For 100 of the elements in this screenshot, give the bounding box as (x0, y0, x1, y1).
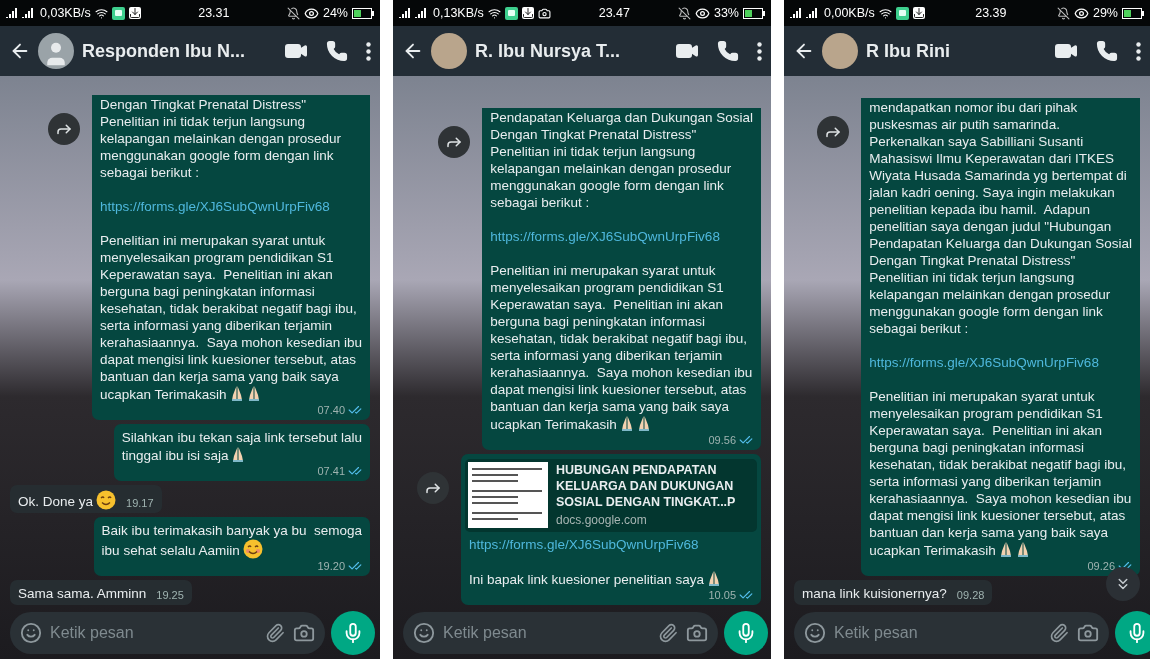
app-notification-icon (504, 6, 518, 20)
forward-button[interactable] (417, 472, 449, 504)
message-input[interactable]: Ketik pesan (443, 624, 650, 642)
blushing-face-icon (242, 539, 263, 559)
paperclip-icon[interactable] (1049, 623, 1069, 643)
praying-hands-icon (998, 541, 1013, 557)
message-text: Silahkan ibu tekan saja link tersebut lalu tinggal ibu isi saja (121, 429, 362, 464)
message-time: 19.25 (156, 589, 184, 602)
microphone-button[interactable] (331, 611, 375, 655)
download-notification-icon (521, 7, 534, 19)
praying-hands-icon (636, 415, 651, 431)
message-time: 07.40 (317, 403, 345, 417)
network-speed: 0,03KB/s (40, 6, 91, 20)
message-time: 09.28 (956, 589, 985, 602)
wifi-icon (878, 6, 892, 20)
praying-hands-icon (619, 415, 634, 431)
signal-icon (399, 7, 429, 19)
message-text: Sama sama. Amminn (18, 585, 147, 602)
message-text: Ini bapak link kuesioner penelitian saya (469, 570, 753, 588)
message-time: 09.56 (708, 433, 736, 447)
message-text: Penelitian ini merupakan syarat untuk menyelesaikan program pendidikan S1 Keperawatan saya. Penelitian ini akan berguna bagi peningkatan informasi kesehatan, tidak berakibat negatif bagi ibu, serta informasi yang diberikan terjamin kerahasiaannya. Saya mohon kesedian ibu dapat mengisi link kuesioner tersebut, atas bantuan dan kerja sama yang baik saya ucapkan Terimakasih (490, 262, 753, 433)
battery-percent: 33% (713, 6, 739, 20)
camera-icon[interactable] (293, 622, 315, 644)
menu-icon (366, 41, 371, 61)
smiling-face-icon (96, 490, 117, 510)
muted-bell-icon (1056, 6, 1070, 20)
network-speed: 0,13KB/s (433, 6, 484, 20)
phone-icon (717, 40, 739, 62)
network-speed: 0,00KB/s (824, 6, 875, 20)
message-time: 19.17 (126, 497, 154, 510)
message-text: Baik ibu terimakasih banyak ya bu semoga ibu sehat selalu Aamiin (101, 522, 362, 559)
avatar-photo[interactable] (431, 33, 467, 69)
clock-time: 23.39 (975, 6, 1007, 20)
praying-hands-icon (231, 446, 246, 462)
message-text: Dengan Tingkat Prenatal Distress" Penelitian ini tidak terjun langsung kelapangan melainkan dengan prosedur menggunakan google form dengan link sebagai berikut : (100, 96, 342, 181)
camera-icon[interactable] (686, 622, 708, 644)
message-input[interactable]: Ketik pesan (834, 624, 1041, 642)
menu-icon (757, 41, 762, 61)
signal-icon (6, 7, 36, 19)
eye-icon (1073, 5, 1089, 21)
battery-icon (352, 7, 374, 19)
praying-hands-icon (706, 570, 721, 586)
message-time: 09.26 (1087, 559, 1115, 573)
emoji-icon[interactable] (804, 622, 826, 644)
forward-button[interactable] (817, 116, 850, 148)
message-input[interactable]: Ketik pesan (50, 624, 257, 642)
praying-hands-icon (246, 385, 261, 401)
paperclip-icon[interactable] (265, 623, 285, 643)
message-time: 07.41 (317, 464, 345, 478)
praying-hands-icon (229, 385, 244, 401)
forward-button[interactable] (48, 113, 81, 145)
eye-icon (303, 5, 319, 21)
camera-icon[interactable] (1077, 622, 1099, 644)
clock-time: 23.31 (198, 6, 230, 20)
microphone-button[interactable] (1115, 611, 1150, 655)
message-time: 19.20 (317, 559, 345, 573)
eye-icon (694, 5, 710, 21)
forward-button[interactable] (438, 126, 471, 158)
emoji-icon[interactable] (20, 622, 42, 644)
muted-bell-icon (677, 6, 691, 20)
muted-bell-icon (286, 6, 300, 20)
battery-percent: 29% (1092, 6, 1118, 20)
app-notification-icon (895, 6, 909, 20)
avatar-photo[interactable] (822, 33, 858, 69)
phone-icon (1096, 40, 1118, 62)
form-link[interactable]: https://forms.gle/XJ6SubQwnUrpFiv68 (469, 536, 753, 553)
message-text: mana link kuisionernya? (802, 585, 947, 602)
wifi-icon (487, 6, 501, 20)
menu-icon (1136, 41, 1141, 61)
link-preview[interactable]: HUBUNGAN PENDAPATAN KELUARGA DAN DUKUNGAN SOSIAL DENGAN TINGKAT...P docs.google.com (465, 459, 757, 532)
app-notification-icon (111, 6, 125, 20)
clock-time: 23.47 (598, 6, 630, 20)
download-notification-icon (912, 7, 925, 19)
avatar-silhouette[interactable] (38, 33, 74, 69)
battery-percent: 24% (322, 6, 348, 20)
preview-domain: docs.google.com (556, 512, 648, 529)
message-field[interactable]: Ketik pesan (10, 612, 325, 654)
paperclip-icon[interactable] (658, 623, 678, 643)
message-time: 10.05 (708, 588, 736, 602)
praying-hands-icon (1015, 541, 1030, 557)
message-field[interactable]: Ketik pesan (794, 612, 1109, 654)
message-field[interactable]: Ketik pesan (403, 612, 718, 654)
battery-icon (743, 7, 765, 19)
message-text: mendapatkan nomor ibu dari pihak puskesmas air putih samarinda. Perkenalkan saya Sabilliani Susanti Mahasiswi Ilmu Keperawatan dari ITKES Wiyata Husada Samarinda yg bertempat di jalan kadri oening. Saya ingin melakukan penelitian kepada ibu hamil. Adapun penelitian saya dengan judul "Hubungan Pendapatan Keluarga dan Dukungan Sosial Dengan Tingkat Prenatal Distress" Penelitian ini tidak terjun langsung kelapangan melainkan dengan prosedur menggunakan google form dengan link sebagai berikut : (869, 99, 1132, 337)
form-link[interactable]: https://forms.gle/XJ6SubQwnUrpFiv68 (100, 198, 362, 215)
preview-title: HUBUNGAN PENDAPATAN KELUARGA DAN DUKUNGAN SOSIAL DENGAN TINGKAT...P (556, 462, 737, 510)
wifi-icon (94, 6, 108, 20)
microphone-button[interactable] (724, 611, 768, 655)
form-link[interactable]: https://forms.gle/XJ6SubQwnUrpFiv68 (490, 228, 753, 245)
form-link[interactable]: https://forms.gle/XJ6SubQwnUrpFiv68 (869, 354, 1132, 371)
message-text: Penelitian ini merupakan syarat untuk menyelesaikan program pendidikan S1 Keperawatan saya. Penelitian ini akan berguna bagi peningkatan informasi kesehatan, tidak berakibat negatif bagi ibu, serta informasi yang diberikan terjamin kerahasiaannya. Saya mohon kesedian ibu dapat mengisi link kuesioner tersebut, atas bantuan dan kerja sama yang baik saya ucapkan Terimakasih (100, 232, 362, 403)
download-notification-icon (128, 7, 141, 19)
message-text: Penelitian ini merupakan syarat untuk menyelesaikan program pendidikan S1 Keperawatan saya. Penelitian ini akan berguna bagi peningkatan informasi kesehatan, tidak berakibat negatif bagi ibu, serta informasi yang diberikan terjamin kerahasiaannya. Saya mohon kesedian ibu dapat mengisi link kuesioner tersebut, atas bantuan dan kerja sama yang baik saya ucapkan Terimakasih (869, 388, 1132, 559)
message-text: Pendapatan Keluarga dan Dukungan Sosial Dengan Tingkat Prenatal Distress" Penelitian ini tidak terjun langsung kelapangan melainkan dengan prosedur menggunakan google form dengan link sebagai berikut : (490, 109, 753, 211)
signal-icon (790, 7, 820, 19)
camera-notification-icon (537, 6, 551, 20)
phone-icon (326, 40, 348, 62)
battery-icon (1122, 7, 1144, 19)
message-text: Ok. Done ya (18, 490, 117, 510)
emoji-icon[interactable] (413, 622, 435, 644)
